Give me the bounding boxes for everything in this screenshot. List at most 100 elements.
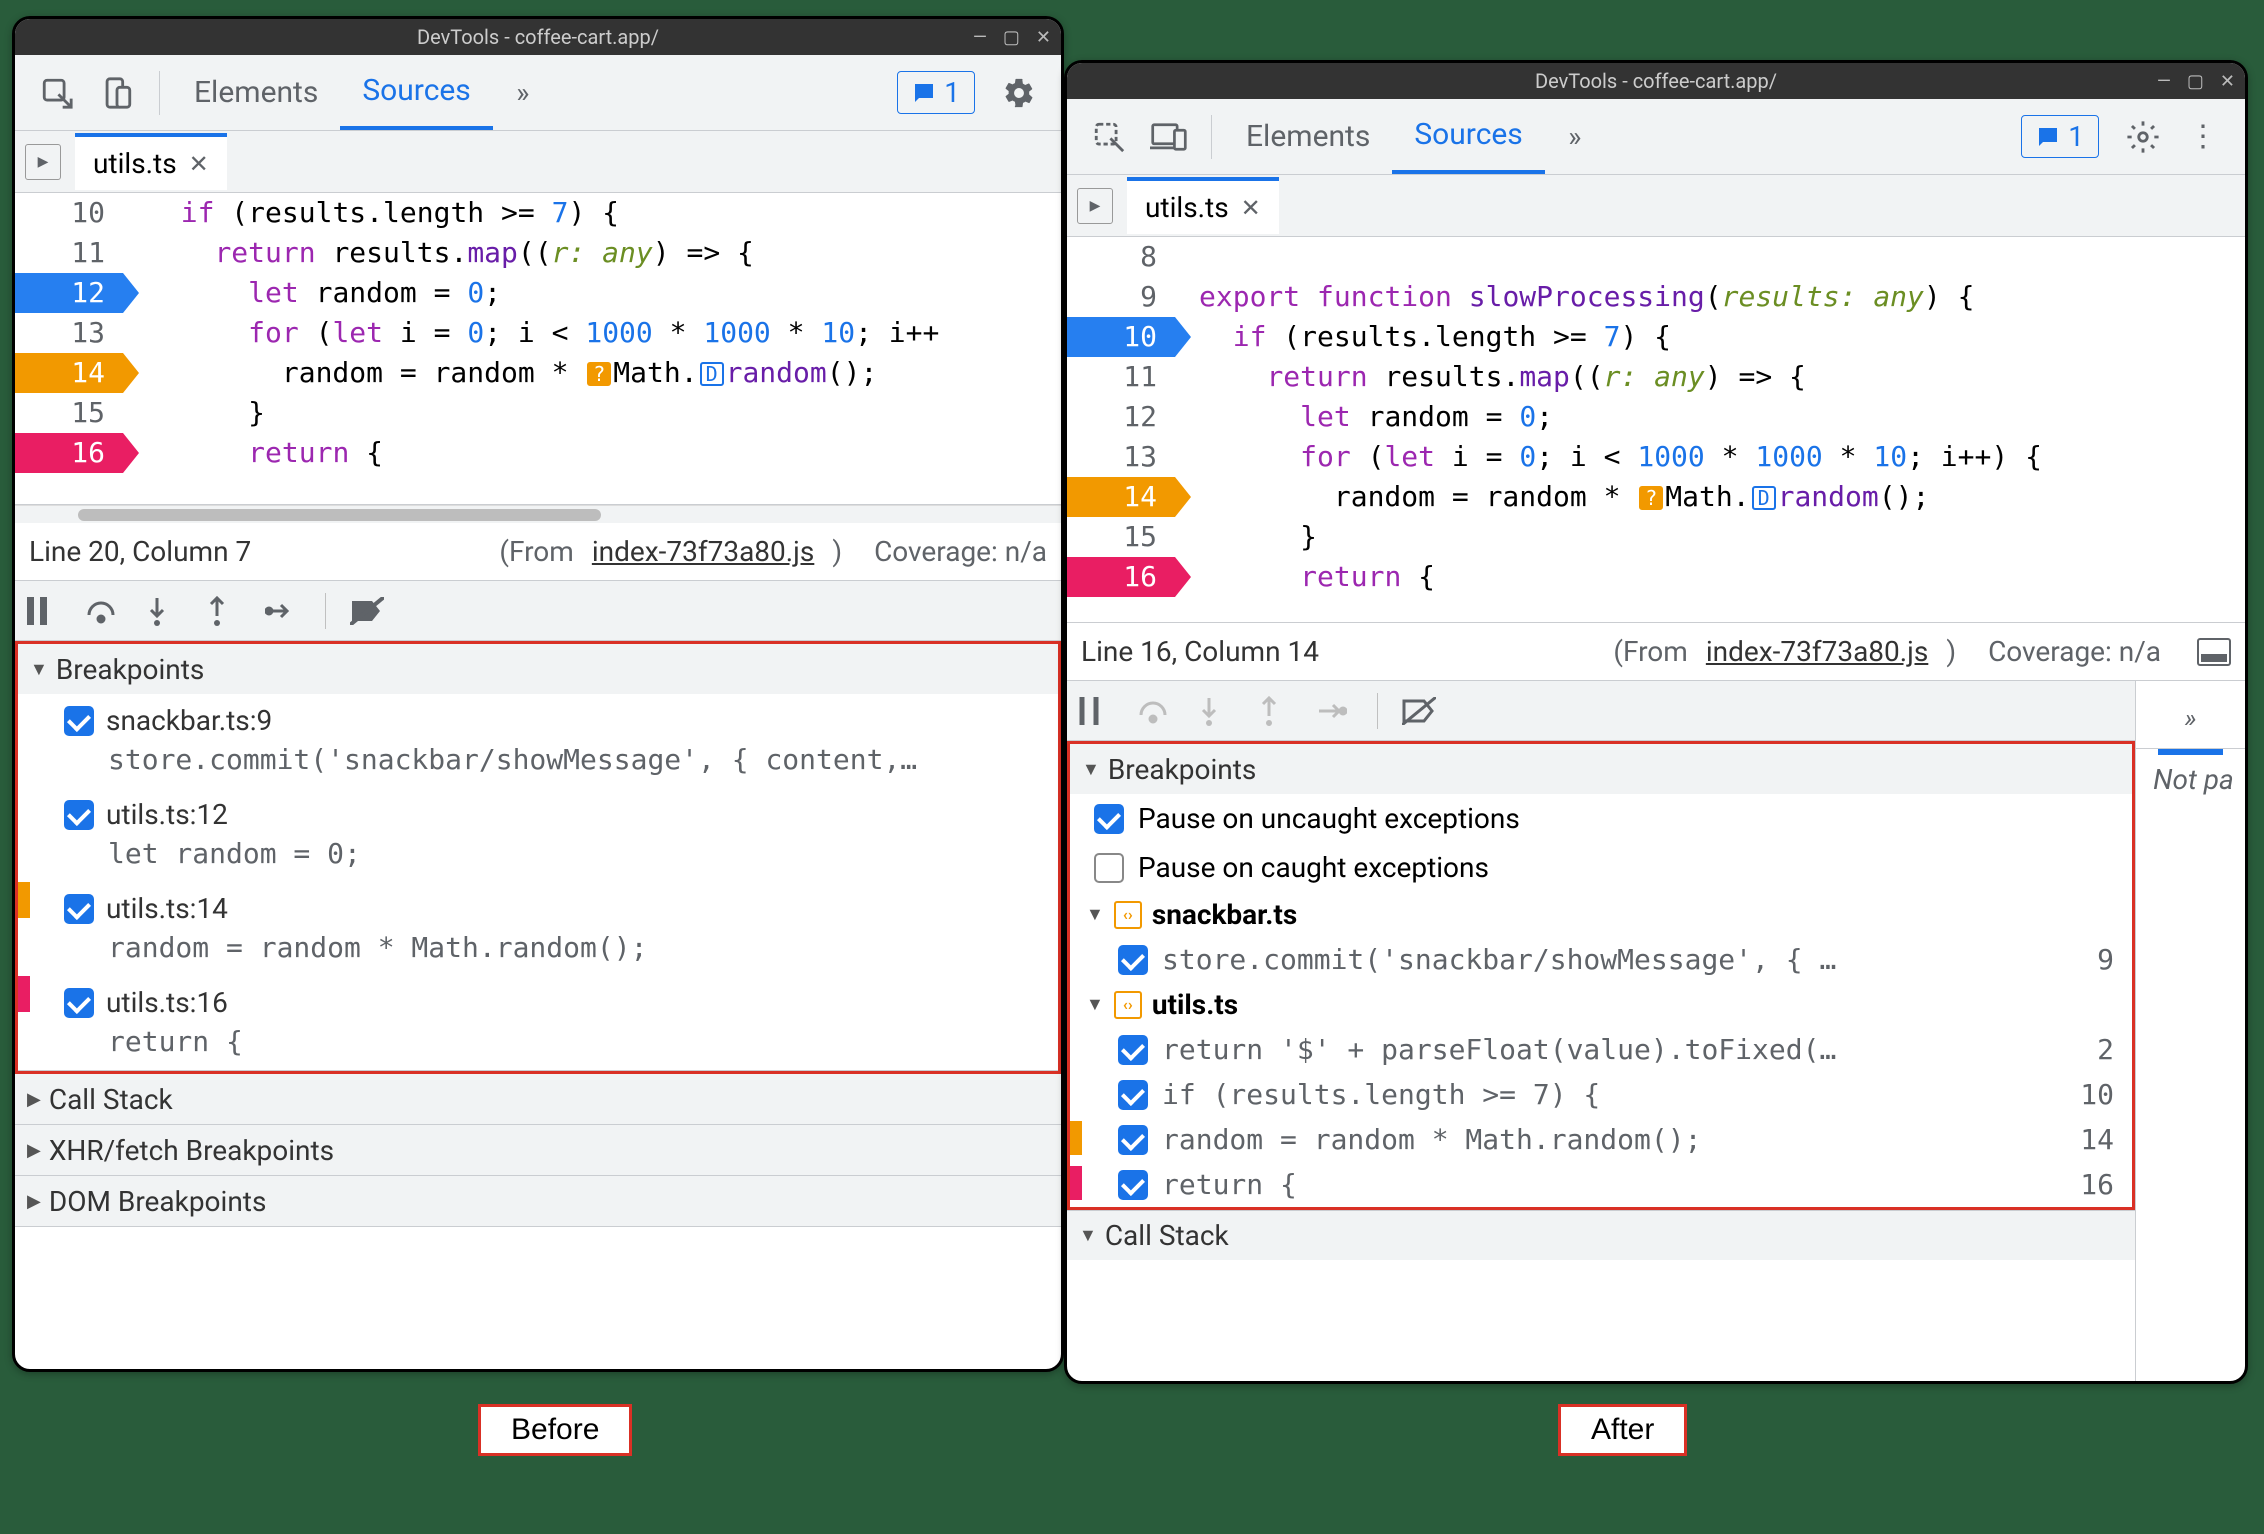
line-number[interactable]: ?14 xyxy=(1067,477,1175,517)
close-window-icon[interactable]: ✕ xyxy=(1036,27,1051,48)
line-number[interactable]: 9 xyxy=(1067,277,1175,317)
callstack-header[interactable]: ▶Call Stack xyxy=(15,1074,1061,1124)
minimize-icon[interactable]: — xyxy=(2157,71,2171,92)
code-line[interactable]: if (results.length >= 7) { xyxy=(123,193,1061,233)
step-into-icon[interactable] xyxy=(1197,696,1233,726)
from-file-link[interactable]: index-73f73a80.js xyxy=(592,535,814,568)
line-number[interactable]: ••16 xyxy=(15,433,123,473)
device-toggle-icon[interactable] xyxy=(1145,113,1193,161)
step-over-icon[interactable] xyxy=(85,597,121,625)
tab-elements[interactable]: Elements xyxy=(172,55,340,130)
checkbox-checked-icon[interactable] xyxy=(1118,1170,1148,1200)
tab-sources[interactable]: Sources xyxy=(340,55,492,130)
issues-button[interactable]: 1 xyxy=(2021,115,2099,158)
issues-button[interactable]: 1 xyxy=(897,71,975,114)
checkbox-checked-icon[interactable] xyxy=(1118,1125,1148,1155)
code-line[interactable] xyxy=(1175,237,2245,277)
inspect-icon[interactable] xyxy=(1085,113,1133,161)
pause-icon[interactable] xyxy=(1077,697,1113,725)
line-number[interactable]: 12 xyxy=(1067,397,1175,437)
checkbox-checked-icon[interactable] xyxy=(64,988,94,1018)
settings-gear-icon[interactable] xyxy=(995,69,1043,117)
code-line[interactable]: return results.map((r: any) => { xyxy=(123,233,1061,273)
step-out-icon[interactable] xyxy=(205,596,241,626)
line-number[interactable]: 11 xyxy=(1067,357,1175,397)
navigator-toggle-icon[interactable]: ▶ xyxy=(1077,188,1113,224)
code-line[interactable]: if (results.length >= 7) { xyxy=(1175,317,2245,357)
navigator-toggle-icon[interactable]: ▶ xyxy=(25,144,61,180)
code-line[interactable]: let random = 0; xyxy=(1175,397,2245,437)
line-number[interactable]: 11 xyxy=(15,233,123,273)
checkbox-checked-icon[interactable] xyxy=(64,800,94,830)
breakpoint-item[interactable]: snackbar.ts:9store.commit('snackbar/show… xyxy=(18,694,1058,788)
code-line[interactable]: return { xyxy=(1175,557,2245,597)
from-file-link[interactable]: index-73f73a80.js xyxy=(1706,635,1928,668)
code-line[interactable]: for (let i = 0; i < 1000 * 1000 * 10; i+… xyxy=(1175,437,2245,477)
code-line[interactable]: let random = 0; xyxy=(123,273,1061,313)
line-number[interactable]: 10 xyxy=(15,193,123,233)
line-number[interactable]: 13 xyxy=(15,313,123,353)
file-tab[interactable]: utils.ts ✕ xyxy=(75,133,227,190)
line-number[interactable]: 10 xyxy=(1067,317,1175,357)
breakpoint-item[interactable]: utils.ts:16return { xyxy=(18,976,1058,1070)
checkbox-checked-icon[interactable] xyxy=(64,894,94,924)
pause-caught-row[interactable]: Pause on caught exceptions xyxy=(1070,843,2132,892)
device-toggle-icon[interactable] xyxy=(93,69,141,117)
breakpoint-item[interactable]: if (results.length >= 7) {10 xyxy=(1070,1072,2132,1117)
code-line[interactable]: return results.map((r: any) => { xyxy=(1175,357,2245,397)
tab-sources[interactable]: Sources xyxy=(1392,99,1544,174)
close-tab-icon[interactable]: ✕ xyxy=(189,150,209,178)
maximize-icon[interactable]: ▢ xyxy=(1003,27,1020,48)
xhr-breakpoints-header[interactable]: ▶XHR/fetch Breakpoints xyxy=(15,1125,1061,1175)
checkbox-checked-icon[interactable] xyxy=(1118,945,1148,975)
inspect-icon[interactable] xyxy=(33,69,81,117)
breakpoint-item[interactable]: store.commit('snackbar/showMessage', { …… xyxy=(1070,937,2132,982)
close-window-icon[interactable]: ✕ xyxy=(2220,71,2235,92)
code-line[interactable]: for (let i = 0; i < 1000 * 1000 * 10; i+… xyxy=(123,313,1061,353)
checkbox-checked-icon[interactable] xyxy=(64,706,94,736)
breakpoints-header[interactable]: ▼ Breakpoints xyxy=(1070,744,2132,794)
checkbox-checked-icon[interactable] xyxy=(1118,1080,1148,1110)
code-editor[interactable]: 8910111213?1415••16 export function slow… xyxy=(1067,237,2245,623)
checkbox-checked-icon[interactable] xyxy=(1118,1035,1148,1065)
line-number[interactable]: ?14 xyxy=(15,353,123,393)
horizontal-scrollbar[interactable] xyxy=(15,505,1061,523)
breakpoint-item[interactable]: utils.ts:12let random = 0; xyxy=(18,788,1058,882)
dom-breakpoints-header[interactable]: ▶DOM Breakpoints xyxy=(15,1176,1061,1226)
line-number[interactable]: 15 xyxy=(15,393,123,433)
code-line[interactable]: export function slowProcessing(results: … xyxy=(1175,277,2245,317)
code-line[interactable]: } xyxy=(123,393,1061,433)
breakpoints-header[interactable]: ▼ Breakpoints xyxy=(18,644,1058,694)
step-into-icon[interactable] xyxy=(145,596,181,626)
code-line[interactable]: random = random * ?Math.Drandom(); xyxy=(123,353,1061,393)
close-tab-icon[interactable]: ✕ xyxy=(1241,194,1261,222)
checkbox-empty-icon[interactable] xyxy=(1094,853,1124,883)
dock-icon[interactable] xyxy=(2197,638,2231,666)
pause-icon[interactable] xyxy=(25,597,61,625)
breakpoint-item[interactable]: random = random * Math.random();14 xyxy=(1070,1117,2132,1162)
file-tab[interactable]: utils.ts ✕ xyxy=(1127,177,1279,234)
callstack-header[interactable]: ▼Call Stack xyxy=(1067,1210,2135,1260)
code-line[interactable]: random = random * ?Math.Drandom(); xyxy=(1175,477,2245,517)
breakpoint-item[interactable]: utils.ts:14random = random * Math.random… xyxy=(18,882,1058,976)
kebab-menu-icon[interactable]: ⋮ xyxy=(2179,113,2227,161)
maximize-icon[interactable]: ▢ xyxy=(2187,71,2204,92)
pause-uncaught-row[interactable]: Pause on uncaught exceptions xyxy=(1070,794,2132,843)
breakpoint-item[interactable]: return '$' + parseFloat(value).toFixed(…… xyxy=(1070,1027,2132,1072)
deactivate-breakpoints-icon[interactable] xyxy=(1402,697,1438,725)
more-tabs-icon[interactable]: » xyxy=(499,69,547,117)
checkbox-checked-icon[interactable] xyxy=(1094,804,1124,834)
code-line[interactable]: return { xyxy=(123,433,1061,473)
line-number[interactable]: 13 xyxy=(1067,437,1175,477)
line-number[interactable]: 15 xyxy=(1067,517,1175,557)
deactivate-breakpoints-icon[interactable] xyxy=(350,597,386,625)
more-tabs-icon[interactable]: » xyxy=(1551,113,1599,161)
breakpoint-item[interactable]: return {16 xyxy=(1070,1162,2132,1207)
line-number[interactable]: 8 xyxy=(1067,237,1175,277)
breakpoint-group-header[interactable]: ▼‹›utils.ts xyxy=(1070,982,2132,1027)
code-line[interactable]: } xyxy=(1175,517,2245,557)
code-editor[interactable]: 10111213?1415••16 if (results.length >= … xyxy=(15,193,1061,505)
line-number[interactable]: ••16 xyxy=(1067,557,1175,597)
line-number[interactable]: 12 xyxy=(15,273,123,313)
step-icon[interactable] xyxy=(1317,699,1353,723)
